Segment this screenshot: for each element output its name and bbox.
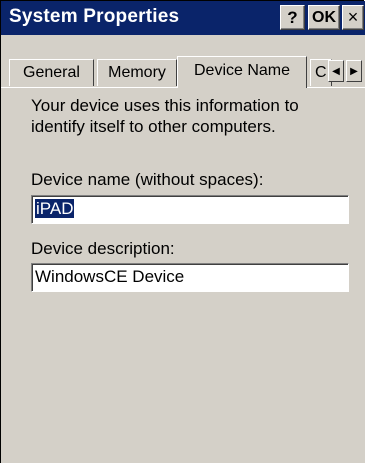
tab-scroll-left-icon[interactable]: ◀: [328, 60, 344, 82]
tab-strip: General Memory C Device Name ◀ ▶: [1, 35, 365, 95]
device-description-label: Device description:: [31, 239, 175, 258]
system-properties-window: System Properties ? OK × General Memory …: [0, 0, 365, 463]
tab-memory[interactable]: Memory: [97, 59, 177, 86]
device-description-value: WindowsCE Device: [35, 267, 185, 286]
title-bar[interactable]: System Properties ? OK ×: [1, 1, 365, 35]
tab-scroll-right-icon[interactable]: ▶: [346, 60, 362, 82]
tab-device-name[interactable]: Device Name: [177, 56, 307, 88]
help-button[interactable]: ?: [280, 5, 305, 30]
close-button[interactable]: ×: [342, 5, 364, 30]
ok-button[interactable]: OK: [308, 5, 340, 30]
intro-text: Your device uses this information to ide…: [31, 96, 299, 136]
window-title: System Properties: [9, 6, 180, 27]
device-name-panel: Your device uses this information to ide…: [1, 88, 365, 463]
device-name-label: Device name (without spaces):: [31, 170, 264, 189]
tab-general[interactable]: General: [9, 59, 94, 86]
device-description-field[interactable]: WindowsCE Device: [31, 263, 349, 292]
device-name-value: iPAD: [35, 199, 75, 218]
device-name-field[interactable]: iPAD: [31, 195, 349, 224]
